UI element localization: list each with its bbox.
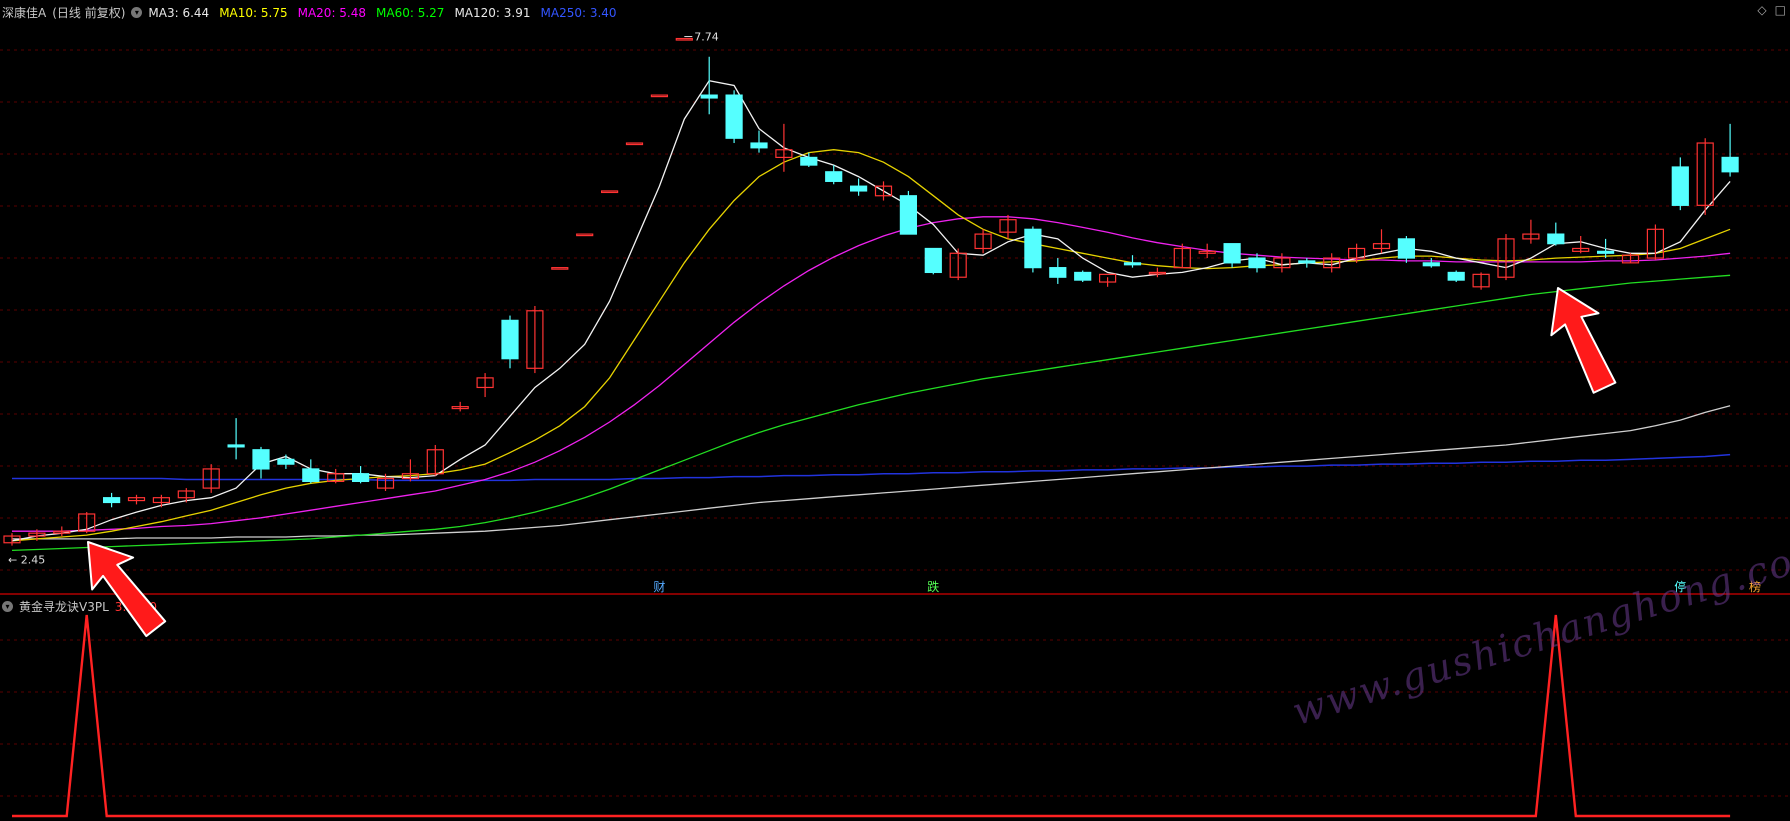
candle-body [725, 94, 743, 139]
candle-body [1248, 257, 1266, 269]
candle-body [924, 247, 942, 274]
candle-body [1298, 260, 1316, 264]
candle-body [800, 156, 818, 166]
candle-body [252, 449, 270, 470]
ma3-line [11, 79, 1731, 542]
ma20-line [12, 216, 1731, 532]
ma120-line [12, 405, 1731, 540]
event-marker: 跌 [927, 579, 939, 594]
candle-body [1049, 267, 1067, 278]
candle-body [625, 142, 644, 146]
candle-body [1671, 166, 1689, 206]
candle-body [102, 497, 121, 504]
candle-body [675, 37, 693, 41]
candle-body [1223, 243, 1241, 264]
candle-body [1074, 271, 1092, 281]
candle-body [899, 195, 918, 235]
candle-body [227, 444, 245, 448]
candle-body [1447, 271, 1465, 281]
ma250-line [12, 453, 1731, 482]
event-marker: 财 [653, 580, 665, 594]
candle-body [551, 267, 569, 270]
candle-body [825, 171, 843, 182]
candle-body [302, 468, 320, 482]
candle-body [1547, 233, 1565, 245]
high-price-label: 7.74 [694, 31, 719, 44]
signal-arrow-right [1550, 287, 1617, 394]
candle-body [1596, 250, 1615, 254]
candle-body [1397, 238, 1416, 259]
candle-body [352, 473, 370, 482]
candle-body [700, 94, 718, 99]
candle-body [576, 233, 594, 237]
candle-body [1123, 262, 1142, 266]
candle-body [501, 319, 519, 360]
candle-body [849, 185, 868, 192]
stock-chart[interactable]: 7.74← 2.45财跌停榜 [0, 0, 1790, 821]
candle-body [1024, 228, 1042, 269]
ma60-line [11, 274, 1731, 552]
candle-body [277, 458, 295, 465]
candle-body [1422, 262, 1440, 267]
ma10-line [11, 149, 1731, 542]
candle-body [750, 142, 768, 149]
signal-arrow-left [87, 541, 167, 638]
candle-body [1721, 156, 1739, 173]
low-price-label: ← 2.45 [8, 554, 45, 567]
candle-body [650, 94, 669, 98]
candle-body [600, 190, 619, 194]
